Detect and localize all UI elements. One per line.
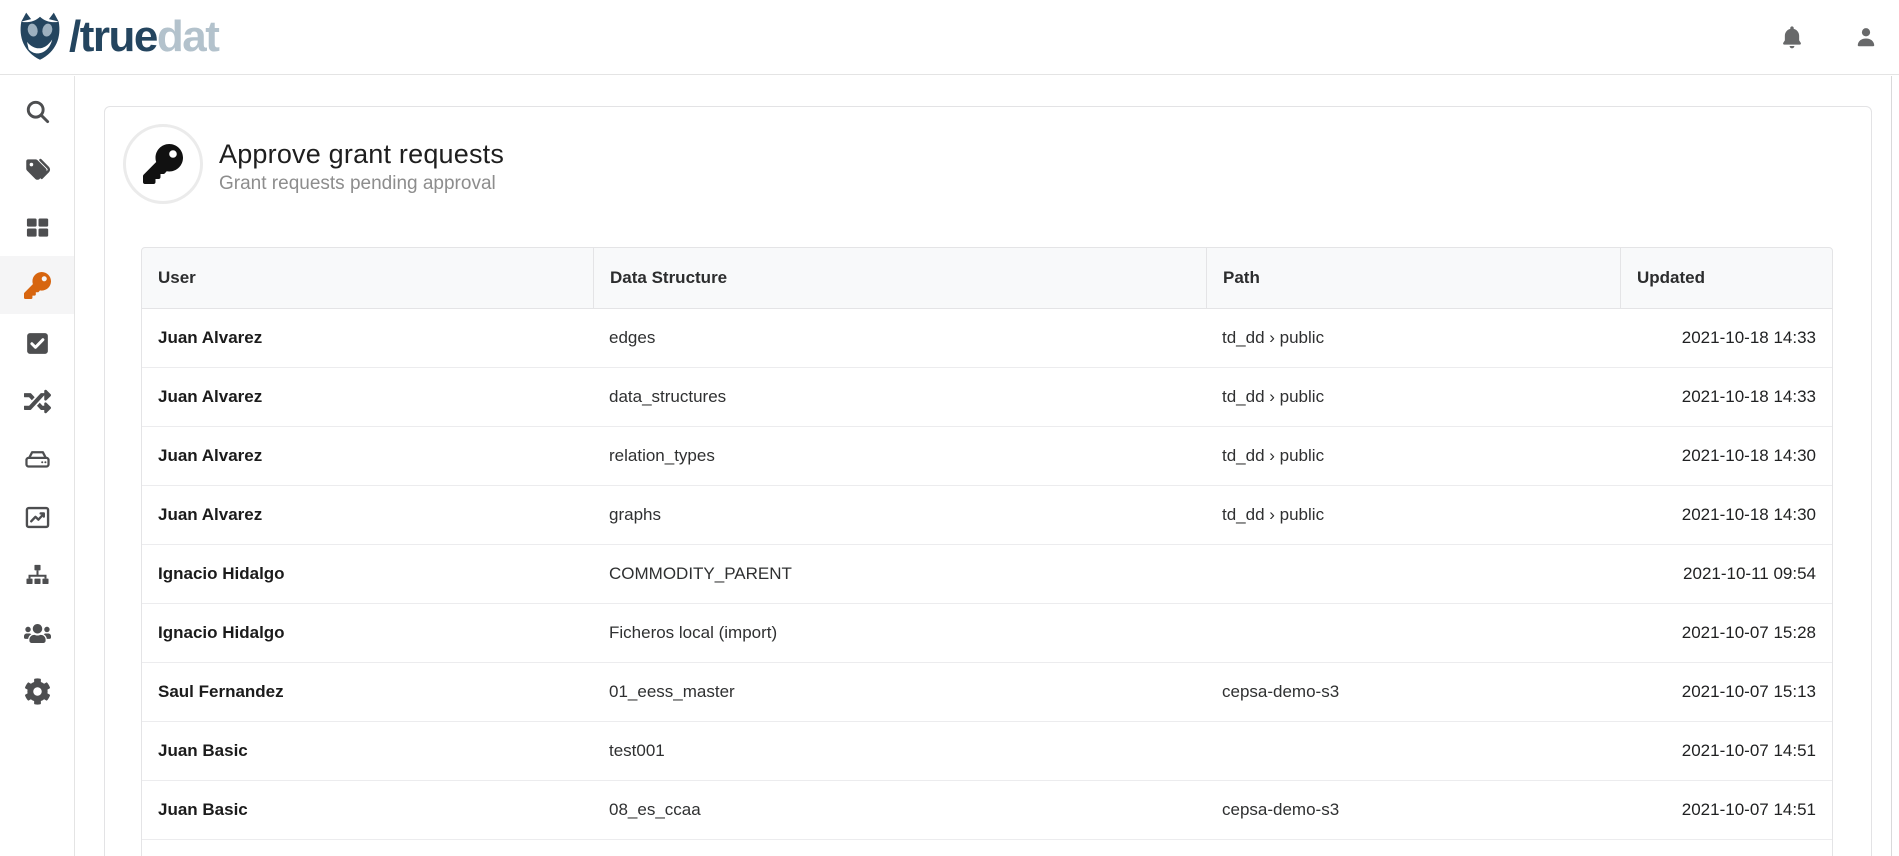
cell-user: Juan Basic	[142, 722, 593, 780]
topbar-actions	[1779, 24, 1881, 50]
cell-updated: 2021-10-07 14:51	[1620, 722, 1832, 780]
cell-updated: 2021-10-18 14:30	[1620, 486, 1832, 544]
cell-path	[1206, 604, 1620, 662]
sidebar-item-users[interactable]	[0, 604, 74, 662]
cell-updated: 2021-10-07 14:51	[1620, 781, 1832, 839]
cell-user: Juan Alvarez	[142, 427, 593, 485]
grant-requests-card: Approve grant requests Grant requests pe…	[104, 106, 1872, 856]
cell-updated: 2021-10-07 15:13	[1620, 663, 1832, 721]
table-row[interactable]: Juan Alvarez edges td_dd › public 2021-1…	[142, 309, 1832, 368]
column-header-user: User	[142, 248, 593, 308]
gear-icon	[24, 678, 51, 705]
cell-updated: 2021-10-11 09:54	[1620, 545, 1832, 603]
table-row[interactable]: Juan Basic 08_es_ccaa cepsa-demo-s3 2021…	[142, 781, 1832, 840]
table-row[interactable]: Ignacio Hidalgo Ficheros local (import) …	[142, 604, 1832, 663]
table-row[interactable]: Juan Basic test001 2021-10-07 14:51	[142, 722, 1832, 781]
cell-updated: 2021-10-18 14:33	[1620, 309, 1832, 367]
chart-line-icon	[24, 504, 51, 531]
cell-path	[1206, 545, 1620, 603]
cell-user: Juan Alvarez	[142, 309, 593, 367]
card-header-text: Approve grant requests Grant requests pe…	[219, 133, 504, 195]
logo-text: /truedat	[69, 15, 218, 59]
sidebar-item-grant-requests[interactable]	[0, 256, 74, 314]
sidebar	[0, 76, 75, 856]
grid-icon	[24, 214, 51, 241]
cell-user: Juan Alvarez	[142, 368, 593, 426]
grant-requests-table: User Data Structure Path Updated Juan Al…	[141, 247, 1833, 856]
card-header: Approve grant requests Grant requests pe…	[105, 107, 1871, 204]
cell-updated: 2021-10-18 14:30	[1620, 427, 1832, 485]
cell-path: cepsa-demo-s3	[1206, 663, 1620, 721]
topbar: /truedat	[0, 0, 1899, 75]
shuffle-icon	[24, 388, 51, 415]
cell-path: td_dd › public	[1206, 368, 1620, 426]
sidebar-item-settings[interactable]	[0, 662, 74, 720]
cell-path: td_dd › public	[1206, 309, 1620, 367]
sidebar-item-quality[interactable]	[0, 314, 74, 372]
page-title: Approve grant requests	[219, 139, 504, 170]
check-square-icon	[24, 330, 51, 357]
cell-path	[1206, 722, 1620, 780]
page-subtitle: Grant requests pending approval	[219, 173, 504, 195]
cell-data-structure: COMMODITY_PARENT	[593, 545, 1206, 603]
users-icon	[24, 620, 51, 647]
table-row[interactable]: Juan Alvarez data_structures td_dd › pub…	[142, 368, 1832, 427]
cell-data-structure: edges	[593, 309, 1206, 367]
column-header-updated: Updated	[1620, 248, 1832, 308]
table-row[interactable]: Ignacio Hidalgo COMMODITY_PARENT 2021-10…	[142, 545, 1832, 604]
table-row[interactable]: Juan Alvarez relation_types td_dd › publ…	[142, 427, 1832, 486]
cell-path: td_dd › public	[1206, 486, 1620, 544]
tags-icon	[24, 156, 51, 183]
table-body: Juan Alvarez edges td_dd › public 2021-1…	[141, 309, 1833, 856]
owl-logo-icon	[14, 11, 66, 63]
cell-path: cepsa-demo-s3	[1206, 781, 1620, 839]
table-row-partial	[142, 840, 1832, 856]
cell-user: Juan Alvarez	[142, 486, 593, 544]
cell-user: Saul Fernandez	[142, 663, 593, 721]
key-badge	[123, 124, 203, 204]
cell-user: Juan Basic	[142, 781, 593, 839]
key-icon	[24, 272, 51, 299]
logo-text-secondary: dat	[157, 12, 219, 61]
search-icon	[24, 98, 51, 125]
sidebar-item-search[interactable]	[0, 82, 74, 140]
table-header: User Data Structure Path Updated	[141, 247, 1833, 309]
cell-path: td_dd › public	[1206, 427, 1620, 485]
user-menu-button[interactable]	[1853, 24, 1879, 50]
column-header-data-structure: Data Structure	[593, 248, 1206, 308]
sitemap-icon	[24, 562, 51, 589]
cell-data-structure: data_structures	[593, 368, 1206, 426]
sidebar-item-sources[interactable]	[0, 430, 74, 488]
cell-data-structure: test001	[593, 722, 1206, 780]
cell-data-structure: Ficheros local (import)	[593, 604, 1206, 662]
truedat-logo[interactable]: /truedat	[14, 11, 218, 63]
column-header-path: Path	[1206, 248, 1620, 308]
sidebar-item-tags[interactable]	[0, 140, 74, 198]
cell-updated: 2021-10-18 14:33	[1620, 368, 1832, 426]
cell-data-structure: graphs	[593, 486, 1206, 544]
sidebar-item-dashboards[interactable]	[0, 488, 74, 546]
sidebar-item-taxonomy[interactable]	[0, 546, 74, 604]
cell-user: Ignacio Hidalgo	[142, 604, 593, 662]
hdd-icon	[24, 446, 51, 473]
key-icon	[143, 144, 183, 184]
table-row[interactable]: Saul Fernandez 01_eess_master cepsa-demo…	[142, 663, 1832, 722]
logo-text-primary: /true	[69, 12, 157, 61]
table-row[interactable]: Juan Alvarez graphs td_dd › public 2021-…	[142, 486, 1832, 545]
sidebar-item-grid[interactable]	[0, 198, 74, 256]
scrollbar[interactable]	[1891, 76, 1892, 856]
sidebar-item-lineage[interactable]	[0, 372, 74, 430]
cell-user: Ignacio Hidalgo	[142, 545, 593, 603]
cell-data-structure: 01_eess_master	[593, 663, 1206, 721]
notifications-button[interactable]	[1779, 24, 1805, 50]
bell-icon	[1779, 24, 1805, 50]
cell-data-structure: relation_types	[593, 427, 1206, 485]
user-icon	[1853, 24, 1879, 50]
cell-updated: 2021-10-07 15:28	[1620, 604, 1832, 662]
cell-data-structure: 08_es_ccaa	[593, 781, 1206, 839]
